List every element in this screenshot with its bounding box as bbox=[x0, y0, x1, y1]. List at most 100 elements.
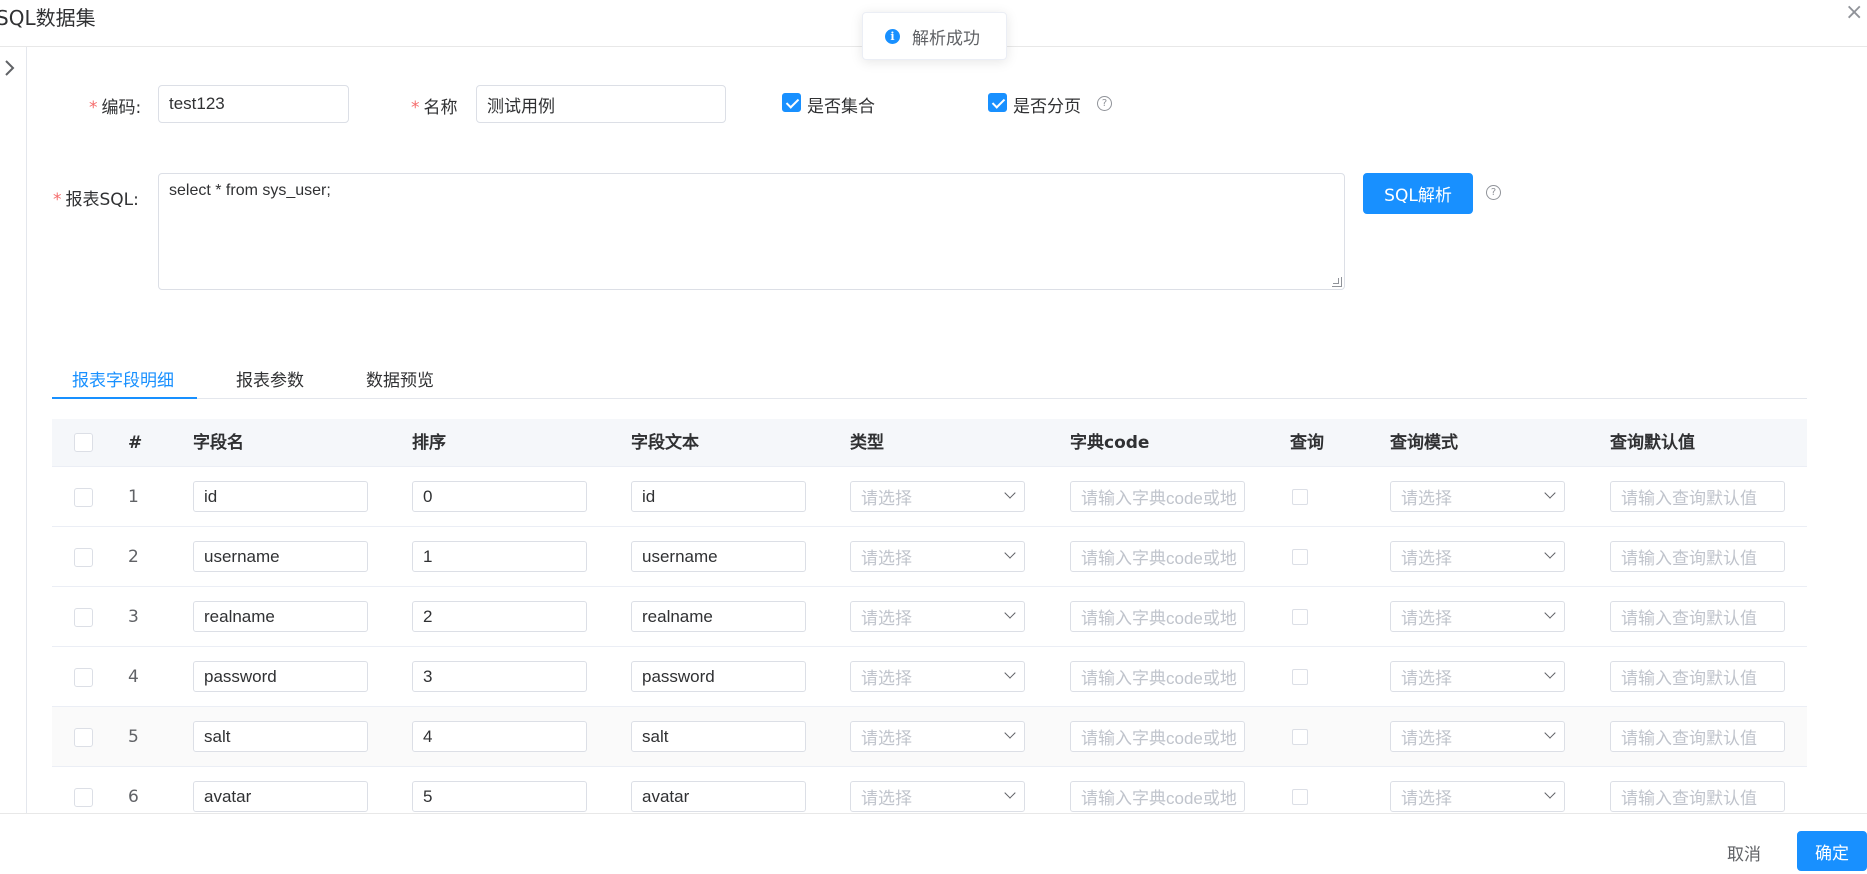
query-default-input[interactable]: 请输入查询默认值 bbox=[1610, 661, 1785, 692]
side-panel-toggle[interactable] bbox=[0, 47, 27, 813]
success-toast: i 解析成功 bbox=[862, 12, 1007, 60]
sql-textarea[interactable]: select * from sys_user; bbox=[158, 173, 1345, 290]
dict-code-input[interactable]: 请输入字典code或地 bbox=[1070, 541, 1245, 572]
table-row: 6 avatar 5 avatar 请选择 请输入字典code或地 请选择 请输… bbox=[52, 767, 1807, 812]
header-type: 类型 bbox=[850, 433, 884, 453]
is-paged-checkbox[interactable] bbox=[988, 93, 1007, 112]
dict-code-input[interactable]: 请输入字典code或地 bbox=[1070, 601, 1245, 632]
resize-handle-icon[interactable] bbox=[1332, 277, 1342, 287]
active-tab-indicator bbox=[52, 397, 197, 399]
query-mode-select[interactable]: 请选择 bbox=[1390, 781, 1565, 812]
dialog-title: SQL数据集 bbox=[0, 6, 96, 30]
field-name-input[interactable]: id bbox=[193, 481, 368, 512]
query-default-input[interactable]: 请输入查询默认值 bbox=[1610, 601, 1785, 632]
type-select[interactable]: 请选择 bbox=[850, 721, 1025, 752]
row-checkbox[interactable] bbox=[74, 488, 93, 507]
query-default-input[interactable]: 请输入查询默认值 bbox=[1610, 541, 1785, 572]
type-select[interactable]: 请选择 bbox=[850, 481, 1025, 512]
name-input[interactable]: 测试用例 bbox=[476, 85, 726, 123]
chevron-down-icon bbox=[1544, 487, 1556, 499]
code-input[interactable]: test123 bbox=[158, 85, 349, 123]
query-mode-select[interactable]: 请选择 bbox=[1390, 481, 1565, 512]
confirm-button[interactable]: 确定 bbox=[1797, 831, 1867, 871]
query-default-input[interactable]: 请输入查询默认值 bbox=[1610, 781, 1785, 812]
dict-code-input[interactable]: 请输入字典code或地 bbox=[1070, 481, 1245, 512]
chevron-down-icon bbox=[1544, 787, 1556, 799]
header-field-name: 字段名 bbox=[193, 433, 244, 453]
table-row: 1 id 0 id 请选择 请输入字典code或地 请选择 请输入查询默认值 bbox=[52, 467, 1807, 527]
tab-report-params[interactable]: 报表参数 bbox=[236, 366, 304, 391]
query-mode-select[interactable]: 请选择 bbox=[1390, 601, 1565, 632]
row-checkbox[interactable] bbox=[74, 788, 93, 807]
field-name-input[interactable]: avatar bbox=[193, 781, 368, 812]
order-input[interactable]: 3 bbox=[412, 661, 587, 692]
field-text-input[interactable]: salt bbox=[631, 721, 806, 752]
chevron-down-icon bbox=[1544, 607, 1556, 619]
tab-data-preview[interactable]: 数据预览 bbox=[366, 366, 434, 391]
query-checkbox[interactable] bbox=[1292, 609, 1308, 625]
order-input[interactable]: 1 bbox=[412, 541, 587, 572]
sql-label: * 报表SQL: bbox=[53, 190, 139, 210]
order-input[interactable]: 4 bbox=[412, 721, 587, 752]
order-input[interactable]: 0 bbox=[412, 481, 587, 512]
row-index: 1 bbox=[128, 487, 139, 507]
header-index: # bbox=[128, 433, 143, 453]
query-default-input[interactable]: 请输入查询默认值 bbox=[1610, 721, 1785, 752]
field-text-input[interactable]: realname bbox=[631, 601, 806, 632]
dict-code-input[interactable]: 请输入字典code或地 bbox=[1070, 721, 1245, 752]
query-mode-select[interactable]: 请选择 bbox=[1390, 721, 1565, 752]
required-mark: * bbox=[53, 190, 62, 210]
is-collection-label[interactable]: 是否集合 bbox=[807, 92, 875, 117]
dict-code-input[interactable]: 请输入字典code或地 bbox=[1070, 661, 1245, 692]
type-select[interactable]: 请选择 bbox=[850, 601, 1025, 632]
type-select[interactable]: 请选择 bbox=[850, 661, 1025, 692]
type-select[interactable]: 请选择 bbox=[850, 541, 1025, 572]
query-checkbox[interactable] bbox=[1292, 549, 1308, 565]
row-checkbox[interactable] bbox=[74, 608, 93, 627]
row-index: 2 bbox=[128, 547, 139, 567]
order-input[interactable]: 2 bbox=[412, 601, 587, 632]
required-mark: * bbox=[411, 98, 420, 118]
field-name-input[interactable]: username bbox=[193, 541, 368, 572]
chevron-down-icon bbox=[1544, 727, 1556, 739]
tab-field-details[interactable]: 报表字段明细 bbox=[72, 366, 174, 391]
chevron-down-icon bbox=[1004, 727, 1016, 739]
query-mode-select[interactable]: 请选择 bbox=[1390, 541, 1565, 572]
field-name-input[interactable]: realname bbox=[193, 601, 368, 632]
header-dict-code: 字典code bbox=[1070, 433, 1150, 453]
dict-code-input[interactable]: 请输入字典code或地 bbox=[1070, 781, 1245, 812]
is-collection-checkbox[interactable] bbox=[782, 93, 801, 112]
header-field-text: 字段文本 bbox=[631, 433, 699, 453]
help-icon[interactable]: ? bbox=[1097, 96, 1112, 111]
field-text-input[interactable]: avatar bbox=[631, 781, 806, 812]
query-checkbox[interactable] bbox=[1292, 669, 1308, 685]
row-checkbox[interactable] bbox=[74, 668, 93, 687]
query-checkbox[interactable] bbox=[1292, 489, 1308, 505]
is-paged-label[interactable]: 是否分页 bbox=[1013, 92, 1081, 117]
query-mode-select[interactable]: 请选择 bbox=[1390, 661, 1565, 692]
header-query-default: 查询默认值 bbox=[1610, 433, 1695, 453]
query-checkbox[interactable] bbox=[1292, 789, 1308, 805]
query-default-input[interactable]: 请输入查询默认值 bbox=[1610, 481, 1785, 512]
field-text-input[interactable]: password bbox=[631, 661, 806, 692]
table-header: # 字段名 排序 字段文本 类型 字典code 查询 查询模式 查询默认值 bbox=[52, 419, 1807, 467]
help-icon[interactable]: ? bbox=[1486, 185, 1501, 200]
order-input[interactable]: 5 bbox=[412, 781, 587, 812]
select-all-checkbox[interactable] bbox=[74, 433, 93, 452]
field-name-input[interactable]: password bbox=[193, 661, 368, 692]
field-name-input[interactable]: salt bbox=[193, 721, 368, 752]
field-text-input[interactable]: id bbox=[631, 481, 806, 512]
query-checkbox[interactable] bbox=[1292, 729, 1308, 745]
name-label: * 名称 bbox=[411, 98, 458, 118]
header-query-mode: 查询模式 bbox=[1390, 433, 1458, 453]
chevron-down-icon bbox=[1004, 667, 1016, 679]
row-checkbox[interactable] bbox=[74, 728, 93, 747]
header-order: 排序 bbox=[412, 433, 446, 453]
type-select[interactable]: 请选择 bbox=[850, 781, 1025, 812]
cancel-button[interactable]: 取消 bbox=[1727, 840, 1761, 865]
chevron-down-icon bbox=[1544, 667, 1556, 679]
field-text-input[interactable]: username bbox=[631, 541, 806, 572]
sql-parse-button[interactable]: SQL解析 bbox=[1363, 173, 1473, 214]
row-checkbox[interactable] bbox=[74, 548, 93, 567]
close-icon[interactable]: × bbox=[1845, 0, 1867, 26]
